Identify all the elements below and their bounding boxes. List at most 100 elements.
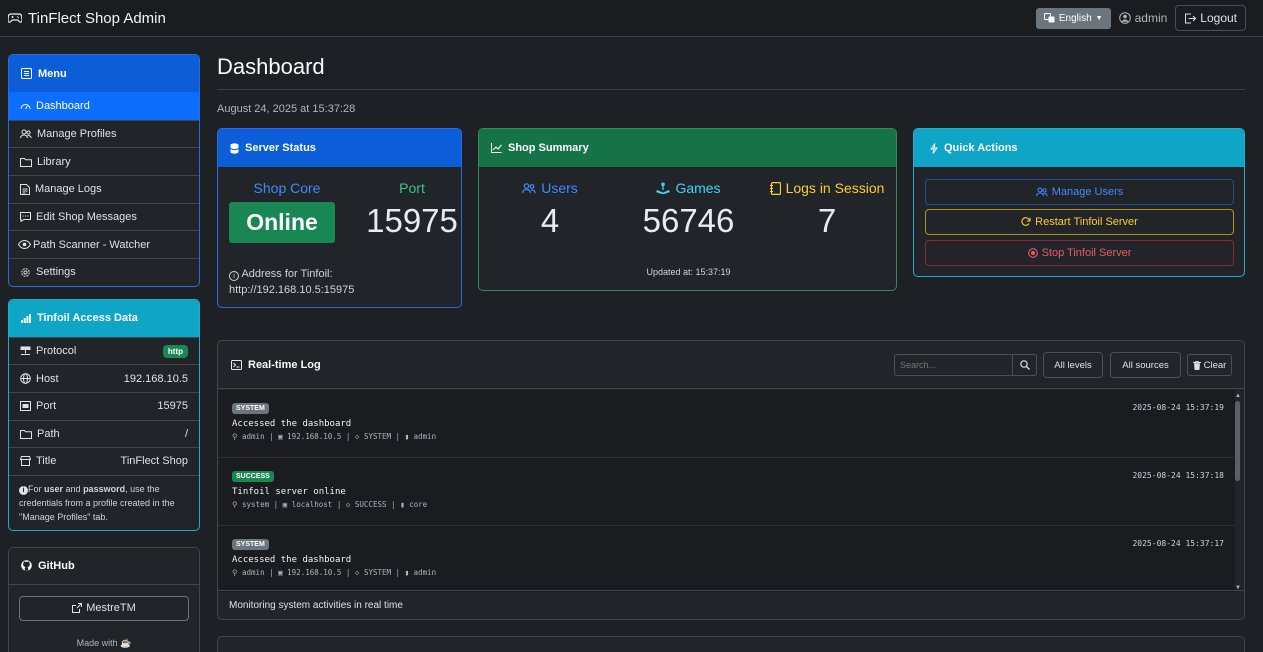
github-icon <box>21 560 32 572</box>
title-divider <box>217 89 1245 90</box>
logout-button[interactable]: Logout <box>1175 5 1246 31</box>
server-status-header: Server Status <box>218 129 461 167</box>
levels-filter-button[interactable]: All levels <box>1043 352 1103 378</box>
next-card-edge <box>217 636 1245 652</box>
tag-icon: ◇ <box>345 500 355 509</box>
sidebar-item-manage-profiles[interactable]: Manage Profiles <box>9 119 199 148</box>
brand[interactable]: TinFlect Shop Admin <box>8 10 166 27</box>
sidebar-item-label: Settings <box>36 266 76 279</box>
bar-chart-icon <box>21 313 31 323</box>
menu-header: Menu <box>9 55 199 92</box>
mestretm-link-button[interactable]: MestreTM <box>19 595 189 621</box>
person-icon: ⚲ <box>232 500 243 509</box>
sidebar-item-library[interactable]: Library <box>9 147 199 175</box>
logout-label: Logout <box>1200 11 1237 25</box>
made-with-text: Made with ☕ <box>76 637 132 648</box>
username: admin <box>1134 11 1168 25</box>
sidebar-item-label: Path Scanner - Watcher <box>33 238 150 251</box>
main-content: Dashboard <box>217 54 1245 88</box>
sidebar-item-label: Edit Shop Messages <box>36 211 137 224</box>
database-icon: ▮ <box>404 432 414 441</box>
logs-session-label: Logs in Session <box>756 180 896 196</box>
sidebar-item-label: Dashboard <box>36 99 90 112</box>
games-count: 56746 <box>642 202 735 239</box>
top-navbar: TinFlect Shop Admin English ▼ admin Logo… <box>0 0 1263 37</box>
sidebar-item-label: Manage Logs <box>35 183 102 196</box>
users-count: 4 <box>540 202 560 239</box>
people-icon <box>20 129 32 139</box>
restart-tinfoil-server-button[interactable]: Restart Tinfoil Server <box>925 209 1234 235</box>
tinfoil-access-card: Tinfoil Access Data Protocol http Host 1… <box>8 298 200 531</box>
people-icon <box>522 180 537 196</box>
port-label: Port <box>399 180 425 196</box>
stop-tinfoil-server-button[interactable]: Stop Tinfoil Server <box>925 240 1234 266</box>
access-row-host: Host 192.168.10.5 <box>9 364 199 392</box>
log-message: Tinfoil server online <box>232 487 346 497</box>
shop-summary-header: Shop Summary <box>479 129 896 167</box>
tag-icon: ◇ <box>354 432 364 441</box>
log-entries: SYSTEM 2025-08-24 15:37:19 Accessed the … <box>218 390 1235 592</box>
caret-down-icon: ▼ <box>1095 14 1103 22</box>
log-title: Real-time Log <box>248 358 321 371</box>
logout-icon <box>1184 13 1197 24</box>
database-icon: ▮ <box>400 500 410 509</box>
log-footer: Monitoring system activities in real tim… <box>218 590 1244 619</box>
access-title: Tinfoil Access Data <box>37 312 138 325</box>
lightning-icon <box>930 142 938 154</box>
shop-icon <box>20 456 31 467</box>
access-label: Host <box>36 372 59 385</box>
log-message: Accessed the dashboard <box>232 555 352 565</box>
github-header: GitHub <box>9 547 199 585</box>
log-meta: ⚲ admin | ▣ 192.168.10.5 | ◇ SYSTEM | ▮ … <box>232 568 437 577</box>
log-level-badge: SYSTEM <box>232 403 269 414</box>
database-icon <box>230 142 239 154</box>
log-header: Real-time Log All levels All sources Cle… <box>218 341 1244 389</box>
terminal-icon <box>231 359 242 370</box>
database-icon: ▮ <box>404 568 414 577</box>
users-label: Users <box>479 180 621 196</box>
sidebar-item-settings[interactable]: Settings <box>9 258 199 286</box>
access-row-title: Title TinFlect Shop <box>9 447 199 475</box>
language-label: English <box>1058 12 1092 24</box>
journal-icon <box>769 180 781 196</box>
access-label: Protocol <box>36 345 77 358</box>
log-scroll-thumb[interactable] <box>1235 401 1240 481</box>
external-link-icon <box>72 603 83 614</box>
graph-up-icon <box>491 143 502 153</box>
scroll-up-arrow[interactable]: ▲ <box>1235 393 1241 399</box>
access-label: Path <box>37 427 60 440</box>
sources-filter-button[interactable]: All sources <box>1110 352 1181 378</box>
shop-summary-title: Shop Summary <box>508 142 589 154</box>
address-value[interactable]: http://192.168.10.5:15975 <box>229 284 354 296</box>
access-row-path: Path / <box>9 419 199 448</box>
sidebar-item-path-scanner[interactable]: Path Scanner - Watcher <box>9 230 199 258</box>
logs-session-count: 7 <box>817 202 837 239</box>
ethernet-icon <box>20 401 31 412</box>
gear-icon <box>20 267 31 278</box>
log-message: Accessed the dashboard <box>232 419 352 429</box>
summary-updated-time: Updated at: 15:37:19 <box>646 267 731 277</box>
address-label: Address for Tinfoil: <box>241 268 333 280</box>
log-timestamp: 2025-08-24 15:37:19 <box>1132 403 1224 412</box>
language-dropdown[interactable]: English ▼ <box>1035 7 1111 29</box>
sidebar-item-manage-logs[interactable]: Manage Logs <box>9 175 199 203</box>
manage-users-button[interactable]: Manage Users <box>925 179 1234 205</box>
eye-icon <box>18 240 31 250</box>
refresh-icon <box>1021 217 1031 227</box>
trash-icon <box>1192 360 1201 370</box>
search-icon <box>1019 360 1030 370</box>
sidebar-item-dashboard[interactable]: Dashboard <box>9 92 199 120</box>
sidebar-item-edit-shop-messages[interactable]: Edit Shop Messages <box>9 202 199 231</box>
quick-actions-card: Quick Actions Manage Users Restart Tinfo… <box>913 128 1245 277</box>
folder-icon <box>20 157 32 167</box>
folder-icon <box>20 429 32 439</box>
page-title: Dashboard <box>217 54 325 79</box>
search-button[interactable] <box>1013 354 1037 376</box>
user-menu[interactable]: admin <box>1118 11 1168 25</box>
log-search-input[interactable] <box>894 354 1013 376</box>
credentials-note: i For user and password, use the credenti… <box>9 474 199 530</box>
games-label: Games <box>621 180 756 196</box>
person-circle-icon <box>1118 12 1131 24</box>
clear-log-button[interactable]: Clear <box>1187 354 1232 376</box>
title-value: TinFlect Shop <box>120 455 188 468</box>
